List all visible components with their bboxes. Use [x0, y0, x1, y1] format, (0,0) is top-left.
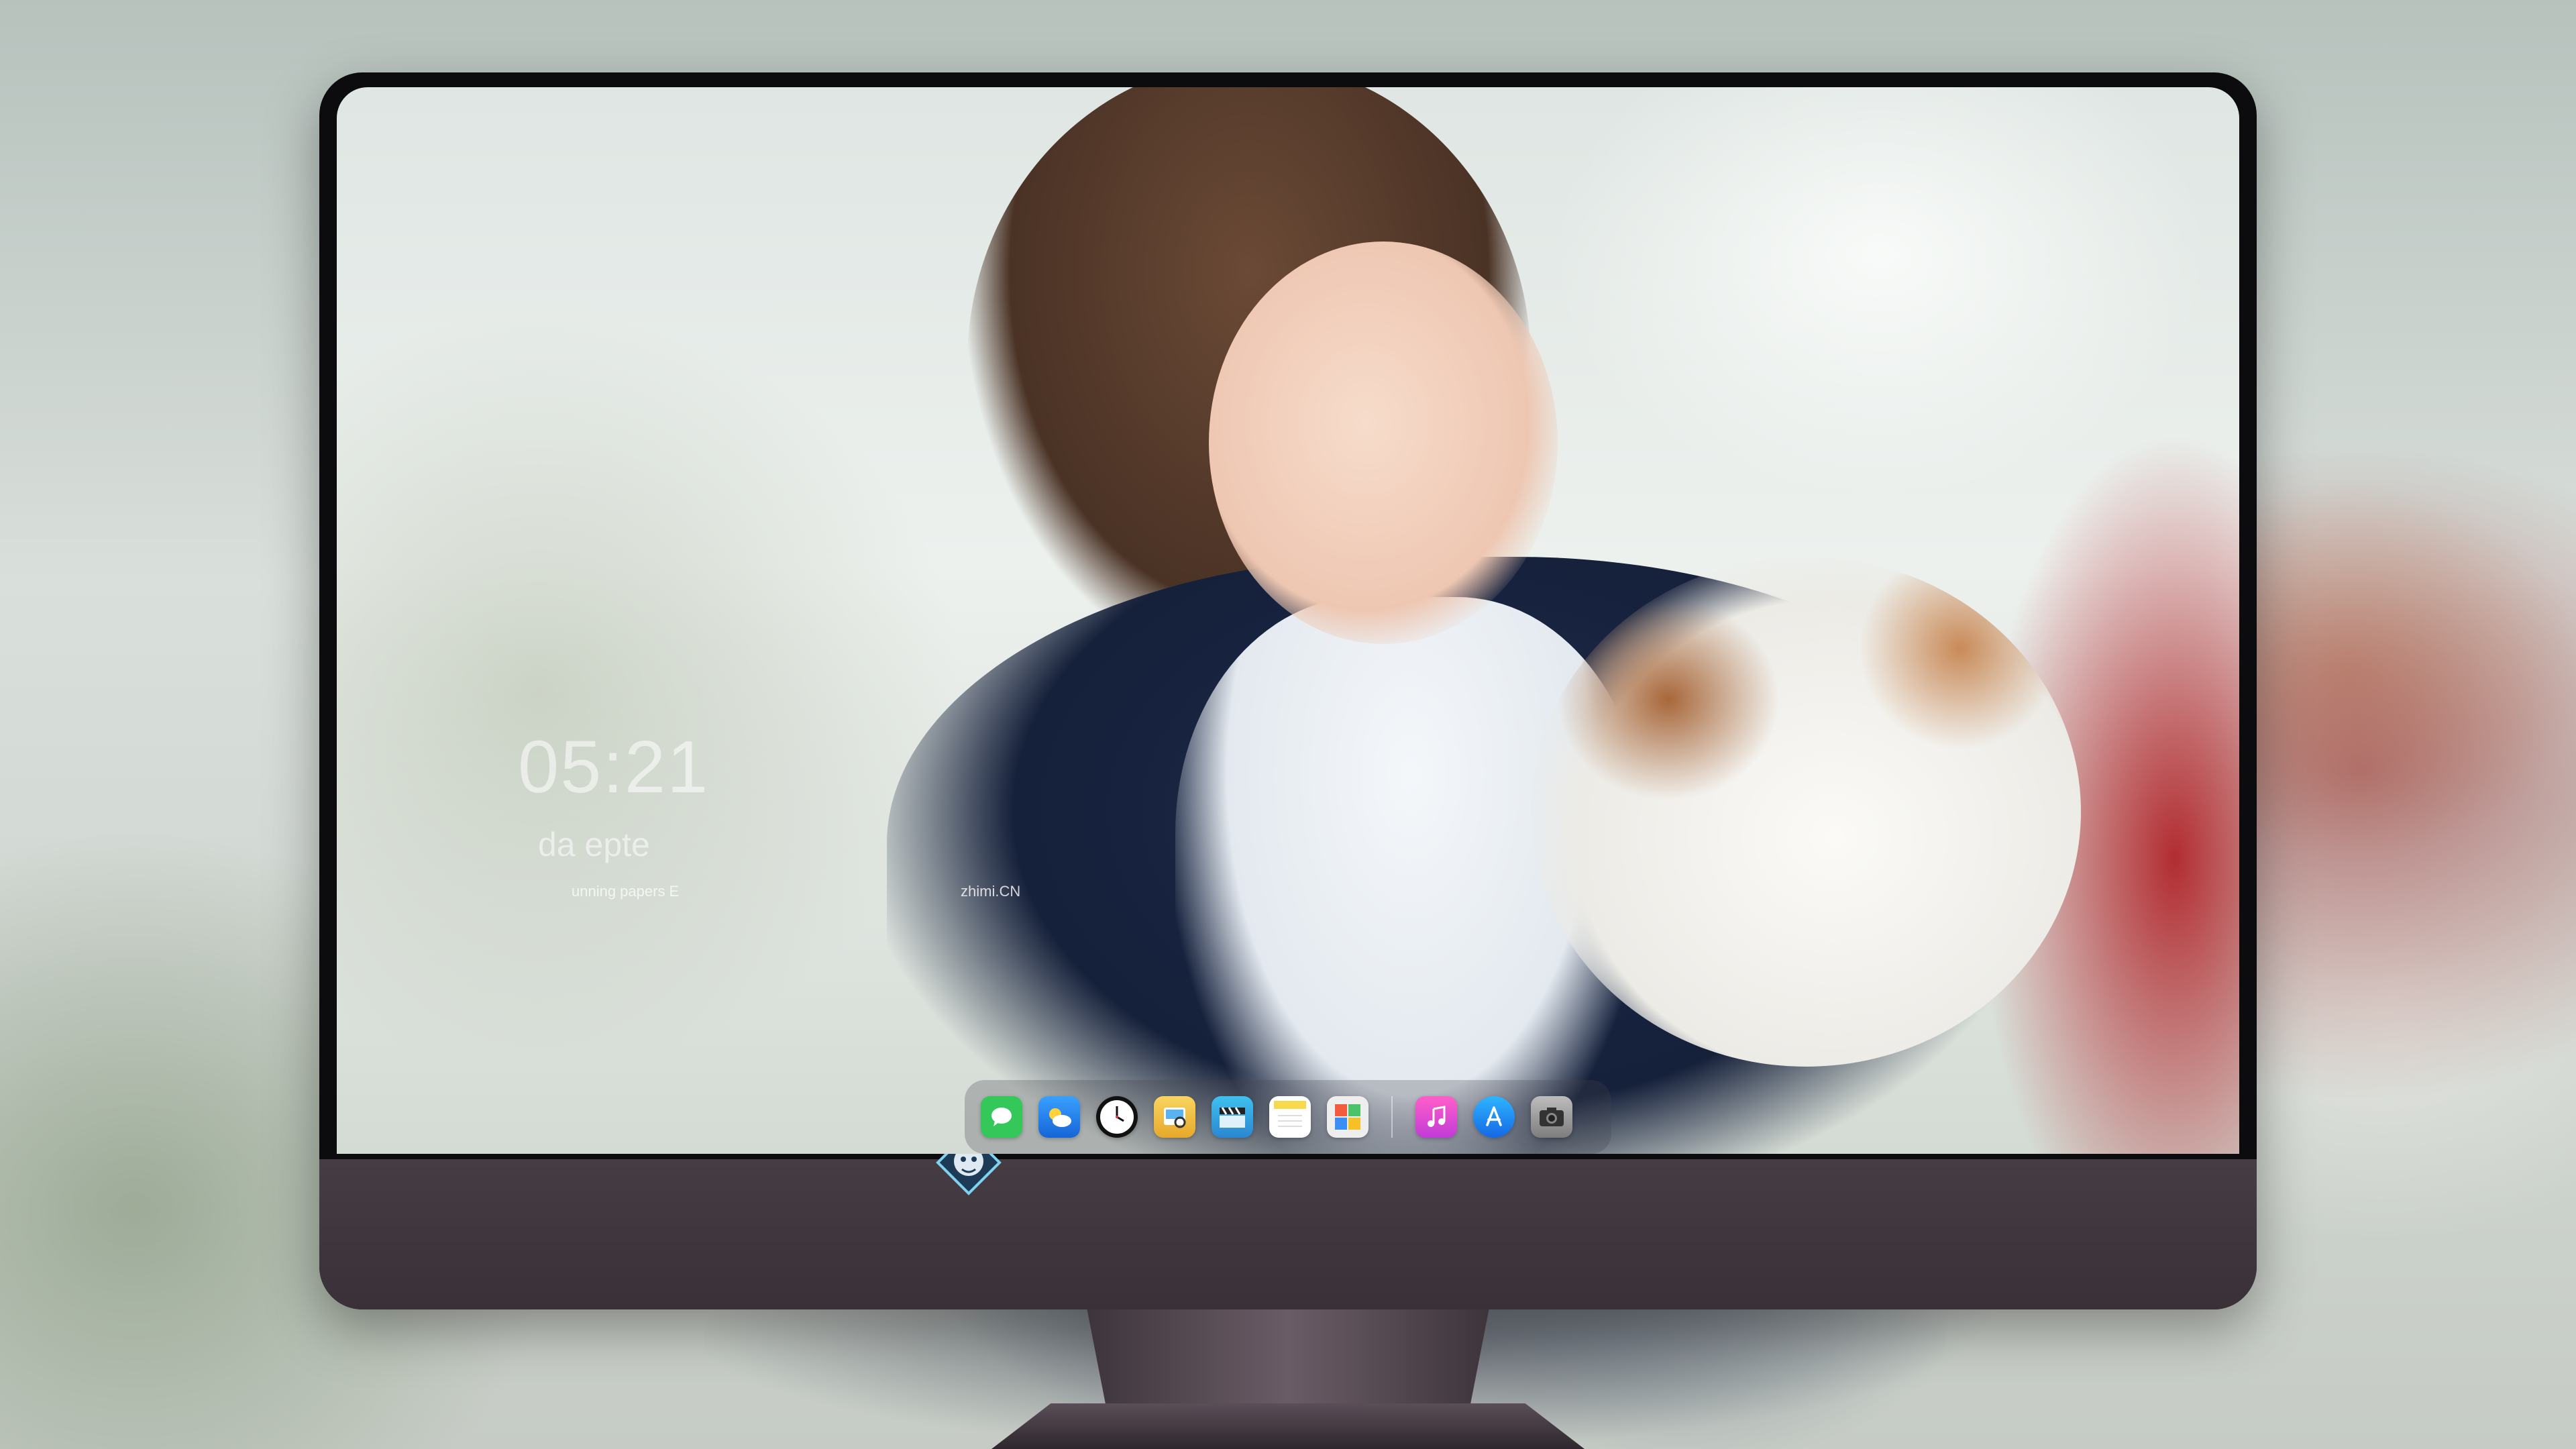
- clock-icon[interactable]: [1096, 1096, 1138, 1138]
- monitor-chin: [319, 1159, 2257, 1309]
- video-editor-icon[interactable]: [1212, 1096, 1253, 1138]
- wallpaper-face: [1209, 241, 1558, 644]
- wallpaper-puppy: [1531, 557, 2081, 1067]
- wallpaper-credit-site: zhimi.CN: [961, 883, 1021, 900]
- photos-app-icon[interactable]: [1327, 1096, 1368, 1138]
- wallpaper-credit: unning papers E: [572, 883, 680, 900]
- desktop-screen: 05:21 da epte unning papers E zhimi.CN: [337, 87, 2239, 1154]
- monitor-stand-neck: [1087, 1309, 1489, 1417]
- dock-separator: [1391, 1096, 1393, 1138]
- desktop-date: da epte: [538, 826, 650, 863]
- desktop-clock: 05:21: [518, 726, 710, 808]
- monitor-stand-base: [991, 1403, 1585, 1449]
- music-icon[interactable]: [1415, 1096, 1457, 1138]
- messages-icon[interactable]: [981, 1096, 1022, 1138]
- weather-icon[interactable]: [1038, 1096, 1080, 1138]
- app-store-icon[interactable]: [1473, 1096, 1515, 1138]
- notes-icon[interactable]: [1269, 1096, 1311, 1138]
- camera-icon[interactable]: [1531, 1096, 1572, 1138]
- preview-icon[interactable]: [1154, 1096, 1195, 1138]
- app-dock: [965, 1080, 1611, 1154]
